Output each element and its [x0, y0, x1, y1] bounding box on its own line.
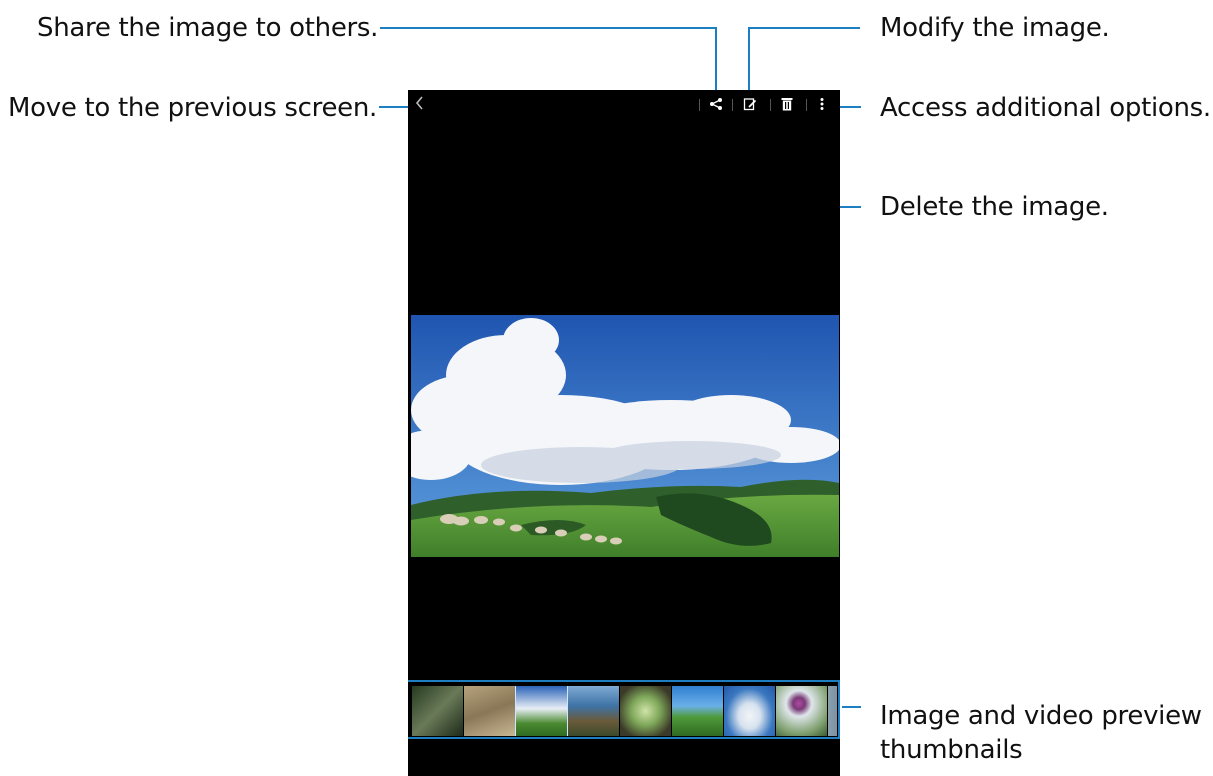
share-button[interactable] — [706, 94, 726, 116]
share-callout-line-h — [380, 27, 717, 29]
thumbnail[interactable] — [515, 686, 568, 736]
separator — [699, 99, 700, 111]
delete-callout-label: Delete the image. — [880, 192, 1109, 222]
edit-icon — [743, 96, 757, 115]
thumbnail[interactable] — [568, 686, 619, 736]
back-icon — [414, 95, 424, 115]
delete-icon — [781, 96, 793, 115]
thumbnail[interactable] — [464, 686, 515, 736]
thumbs-callout-label-1: Image and video preview — [880, 701, 1202, 731]
separator — [732, 99, 733, 111]
thumbnail-strip — [408, 681, 840, 739]
action-bar — [408, 90, 840, 120]
modify-callout-label: Modify the image. — [880, 13, 1110, 43]
share-icon — [709, 96, 723, 115]
modify-callout-line-h — [748, 27, 860, 29]
thumbnail[interactable] — [620, 686, 671, 736]
thumbnail-list — [412, 686, 837, 736]
thumbnail[interactable] — [776, 686, 827, 736]
gallery-screen — [408, 90, 840, 776]
more-options-icon — [820, 96, 824, 115]
thumbs-callout-label-2: thumbnails — [880, 735, 1023, 765]
main-photo[interactable] — [411, 315, 839, 557]
separator — [806, 99, 807, 111]
share-callout-label: Share the image to others. — [37, 13, 379, 43]
back-callout-line — [379, 106, 411, 108]
edit-button[interactable] — [740, 94, 760, 116]
back-callout-label: Move to the previous screen. — [8, 93, 378, 123]
back-button[interactable] — [410, 94, 428, 116]
thumbnail[interactable] — [672, 686, 723, 736]
thumbs-callout-line — [842, 706, 861, 708]
delete-button[interactable] — [777, 94, 797, 116]
thumbnail[interactable] — [828, 686, 837, 736]
thumbnail[interactable] — [412, 686, 463, 736]
more-options-button[interactable] — [814, 94, 830, 116]
separator — [770, 99, 771, 111]
thumbnail[interactable] — [724, 686, 775, 736]
more-callout-label: Access additional options. — [880, 93, 1211, 123]
